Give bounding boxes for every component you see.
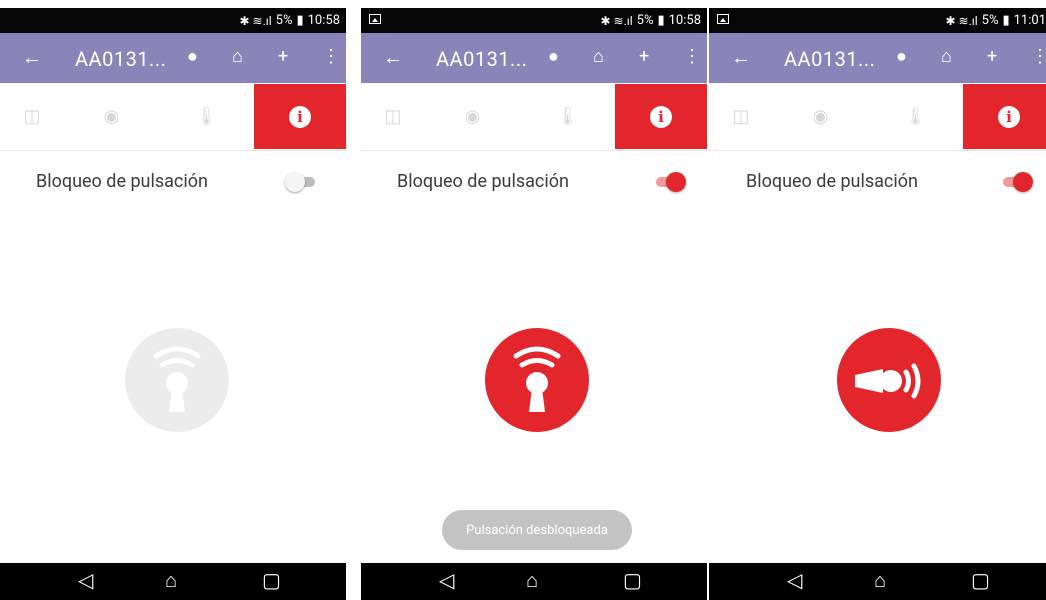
add-icon[interactable]: + [987,46,997,67]
system-nav-bar: ◁ ⌂ ▢ [361,563,707,600]
more-vert-icon[interactable]: ⋮ [1031,46,1046,67]
toast-text: Pulsación desbloqueada [466,522,608,538]
app-bar: ← AA0131... ● ⌂ + ⋮ [0,33,346,83]
user-icon[interactable]: ● [187,46,198,67]
keyhole-button[interactable] [125,328,229,432]
lock-toggle[interactable] [654,172,686,192]
eye-icon: ◉ [103,106,120,127]
info-icon: i [650,105,672,128]
tab-info[interactable]: i [254,84,346,149]
device-title: AA0131... [436,47,528,71]
clock: 11:01 [1013,13,1046,28]
more-vert-icon[interactable]: ⋮ [683,46,701,67]
battery-icon: ▮ [1002,13,1010,28]
keyhole-wifi-icon [153,346,201,412]
phone-screen-1: ✱ ≋.ıl 5% ▮ 10:58 ← AA0131... ● ⌂ + ⋮ ◫ … [0,0,346,600]
battery-icon: ▮ [296,13,304,28]
home-icon[interactable]: ⌂ [941,46,952,67]
add-icon[interactable]: + [278,46,288,67]
thermometer-icon: 🌡 [195,106,218,127]
eye-icon: ◉ [464,106,481,127]
home-icon[interactable]: ⌂ [232,46,243,67]
clock: 10:58 [668,13,701,28]
back-triangle-icon[interactable]: ◁ [787,568,802,592]
tab-eye[interactable]: ◉ [425,84,521,149]
status-bar: ✱ ≋.ıl 5% ▮ 10:58 [361,8,707,33]
toast-message: Pulsación desbloqueada [442,510,632,550]
app-bar: ← AA0131... ● ⌂ + ⋮ [361,33,707,83]
device-title: AA0131... [784,47,876,71]
signal-icons: ✱ ≋.ıl [600,13,633,28]
tab-eye[interactable]: ◉ [773,84,869,149]
home-nav-icon[interactable]: ⌂ [165,568,177,593]
tab-temperature[interactable]: 🌡 [868,84,964,149]
back-arrow-icon[interactable]: ← [22,45,42,70]
setting-label: Bloqueo de pulsación [746,171,918,192]
back-triangle-icon[interactable]: ◁ [78,568,93,592]
tab-bar: ◫ ◉ 🌡 i [361,84,707,151]
back-arrow-icon[interactable]: ← [383,45,403,70]
door-icon: ◫ [384,106,402,127]
door-icon: ◫ [732,106,750,127]
recents-icon[interactable]: ▢ [971,568,990,592]
image-notification-icon [369,14,381,24]
clock: 10:58 [307,13,340,28]
battery-icon: ▮ [657,13,665,28]
door-icon: ◫ [23,106,41,127]
recents-icon[interactable]: ▢ [623,568,642,592]
status-bar: ✱ ≋.ıl 5% ▮ 11:01 [709,8,1046,33]
system-nav-bar: ◁ ⌂ ▢ [709,563,1046,600]
info-icon: i [998,105,1020,128]
phone-screen-2: ✱ ≋.ıl 5% ▮ 10:58 ← AA0131... ● ⌂ + ⋮ ◫ … [361,0,707,600]
home-icon[interactable]: ⌂ [593,46,604,67]
toggle-knob [666,172,686,192]
info-icon: i [289,105,311,128]
tab-info[interactable]: i [615,84,707,149]
home-nav-icon[interactable]: ⌂ [526,568,538,593]
battery-percent: 5% [636,13,654,28]
setting-label: Bloqueo de pulsación [397,171,569,192]
battery-percent: 5% [275,13,293,28]
toggle-knob [1013,172,1033,192]
lock-toggle[interactable] [285,172,317,192]
back-triangle-icon[interactable]: ◁ [439,568,454,592]
signal-icons: ✱ ≋.ıl [945,13,978,28]
status-bar: ✱ ≋.ıl 5% ▮ 10:58 [0,8,346,33]
image-notification-icon [717,14,729,24]
tab-info[interactable]: i [963,84,1046,149]
user-icon[interactable]: ● [896,46,907,67]
tab-eye[interactable]: ◉ [64,84,160,149]
phone-screen-3: ✱ ≋.ıl 5% ▮ 11:01 ← AA0131... ● ⌂ + ⋮ ◫ … [709,0,1046,600]
key-signal-button[interactable] [837,328,941,432]
system-nav-bar: ◁ ⌂ ▢ [0,563,346,600]
back-arrow-icon[interactable]: ← [731,45,751,70]
signal-icons: ✱ ≋.ıl [239,13,272,28]
keyhole-wifi-icon [513,346,561,412]
tab-temperature[interactable]: 🌡 [520,84,616,149]
recents-icon[interactable]: ▢ [262,568,281,592]
key-signal-icon [855,363,921,399]
app-bar: ← AA0131... ● ⌂ + ⋮ [709,33,1046,83]
keyhole-button[interactable] [485,328,589,432]
tab-door[interactable]: ◫ [0,84,65,149]
battery-percent: 5% [981,13,999,28]
thermometer-icon: 🌡 [556,106,579,127]
add-icon[interactable]: + [639,46,649,67]
lock-toggle[interactable] [1001,172,1033,192]
device-title: AA0131... [75,47,167,71]
home-nav-icon[interactable]: ⌂ [874,568,886,593]
tab-bar: ◫ ◉ 🌡 i [709,84,1046,151]
thermometer-icon: 🌡 [904,106,927,127]
user-icon[interactable]: ● [548,46,559,67]
setting-label: Bloqueo de pulsación [36,171,208,192]
eye-icon: ◉ [812,106,829,127]
toggle-knob [285,172,305,192]
more-vert-icon[interactable]: ⋮ [322,46,340,67]
tab-bar: ◫ ◉ 🌡 i [0,84,346,151]
tab-door[interactable]: ◫ [361,84,426,149]
tab-door[interactable]: ◫ [709,84,774,149]
tab-temperature[interactable]: 🌡 [159,84,255,149]
